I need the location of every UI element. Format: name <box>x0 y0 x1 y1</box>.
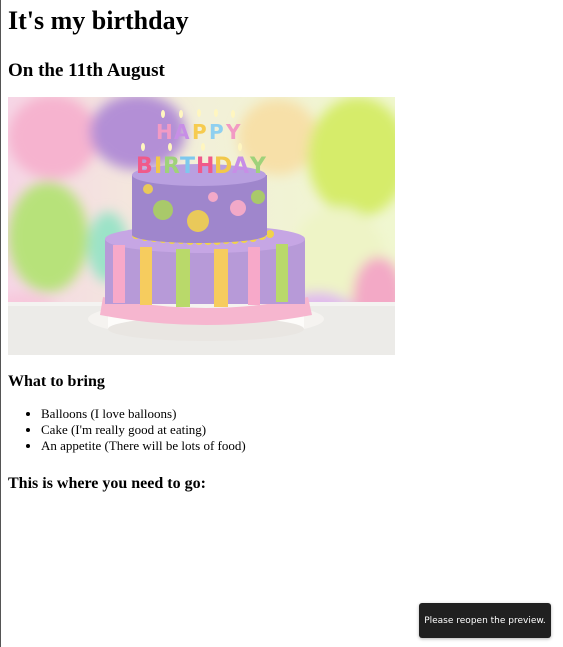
svg-text:A: A <box>232 154 249 179</box>
bring-list: Balloons (I love balloons) Cake (I'm rea… <box>8 406 548 454</box>
svg-text:R: R <box>163 154 180 179</box>
list-item: Balloons (I love balloons) <box>41 406 548 422</box>
svg-text:H: H <box>196 154 214 179</box>
list-item: Cake (I'm really good at eating) <box>41 422 548 438</box>
svg-text:Y: Y <box>249 154 267 179</box>
svg-text:Y: Y <box>225 120 241 144</box>
page-subtitle: On the 11th August <box>8 60 165 81</box>
page-content: It's my birthday On the 11th August H A … <box>8 0 548 493</box>
birthday-cake-image: H A P P Y B I R T H D A Y <box>8 97 395 355</box>
svg-text:A: A <box>174 120 190 144</box>
location-heading: This is where you need to go: <box>8 475 206 492</box>
frame-left-border <box>0 0 1 647</box>
svg-text:P: P <box>192 120 207 144</box>
toast-message: Please reopen the preview. <box>424 615 546 626</box>
preview-toast[interactable]: Please reopen the preview. <box>419 603 551 638</box>
list-item: An appetite (There will be lots of food) <box>41 438 548 454</box>
svg-text:H: H <box>156 120 173 144</box>
svg-text:P: P <box>209 120 224 144</box>
svg-text:B: B <box>136 154 153 179</box>
svg-text:I: I <box>154 154 162 179</box>
what-to-bring-heading: What to bring <box>8 373 105 390</box>
page-title: It's my birthday <box>8 6 189 35</box>
svg-text:T: T <box>180 154 195 179</box>
svg-text:D: D <box>214 154 232 179</box>
